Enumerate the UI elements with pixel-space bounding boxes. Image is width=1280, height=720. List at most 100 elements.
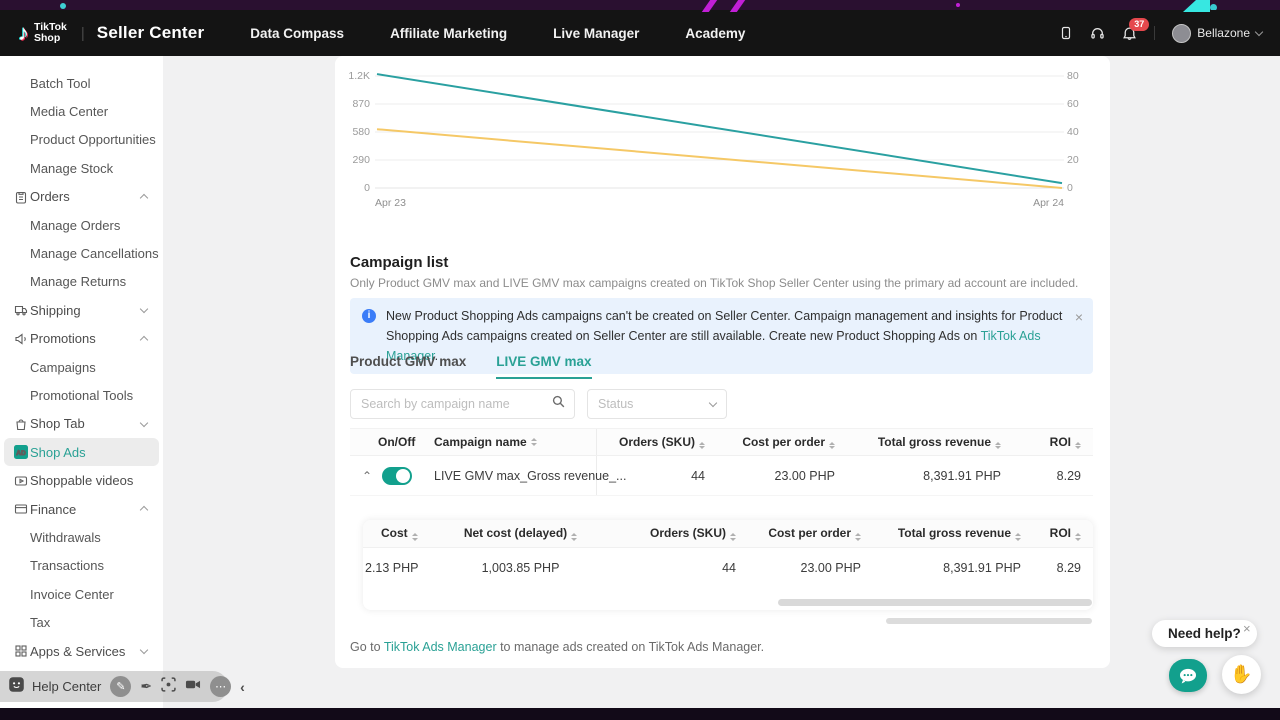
chat-support-button[interactable] xyxy=(1169,659,1207,692)
section-subtitle: Only Product GMV max and LIVE GMV max ca… xyxy=(350,276,1078,290)
col-roi[interactable]: ROI xyxy=(1013,435,1093,450)
sidebar-item-product-opportunities[interactable]: Product Opportunities xyxy=(0,126,163,154)
chart-plot xyxy=(375,70,1064,194)
sort-icon xyxy=(571,533,577,541)
sidebar-item-promotions[interactable]: Promotions xyxy=(0,325,163,353)
ad-badge-icon: AD xyxy=(14,445,28,459)
col-orders-sku[interactable]: Orders (SKU) xyxy=(597,435,717,450)
sidebar-item-help-center[interactable]: Help Center xyxy=(32,679,101,694)
col-total-gross-revenue[interactable]: Total gross revenue xyxy=(873,526,1033,541)
sidebar-item-manage-returns[interactable]: Manage Returns xyxy=(0,268,163,296)
col-cost[interactable]: Cost xyxy=(363,526,438,541)
chevron-down-icon xyxy=(141,301,147,319)
sort-icon xyxy=(855,533,861,541)
nav-link-live-manager[interactable]: Live Manager xyxy=(553,26,639,41)
sidebar-item-manage-cancellations[interactable]: Manage Cancellations xyxy=(0,239,163,267)
top-navbar: ♪ TikTok Shop | Seller Center Data Compa… xyxy=(0,10,1280,56)
tiktok-shop-logo[interactable]: ♪ TikTok Shop xyxy=(18,22,67,44)
sidebar-item-manage-orders[interactable]: Manage Orders xyxy=(0,211,163,239)
tiktok-note-icon: ♪ xyxy=(18,22,29,44)
chevron-down-icon xyxy=(141,415,147,433)
col-net-cost[interactable]: Net cost (delayed) xyxy=(438,526,603,541)
col-cost-per-order[interactable]: Cost per order xyxy=(748,526,873,541)
search-icon[interactable] xyxy=(551,394,566,414)
sidebar-item-campaigns[interactable]: Campaigns xyxy=(0,353,163,381)
decorative-wedge xyxy=(1196,0,1210,12)
focus-frame-icon[interactable] xyxy=(161,677,176,697)
chevron-left-icon[interactable]: ‹ xyxy=(240,679,245,695)
horizontal-scrollbar[interactable] xyxy=(886,618,1092,624)
sidebar-item-shop-tab[interactable]: Shop Tab xyxy=(0,410,163,438)
draw-tool-icon[interactable]: ✎ xyxy=(110,676,131,697)
sidebar-item-shoppable-videos[interactable]: Shoppable videos xyxy=(0,466,163,494)
tab-product-gmv-max[interactable]: Product GMV max xyxy=(350,354,466,379)
sidebar-item-invoice-center[interactable]: Invoice Center xyxy=(0,580,163,608)
need-help-bubble[interactable]: Need help? xyxy=(1152,620,1257,647)
detail-row: 2.13 PHP 1,003.85 PHP 44 23.00 PHP 8,391… xyxy=(363,548,1093,588)
main-content-card: 1.2K 870 580 290 0 80 60 40 2 xyxy=(335,56,1110,668)
total-gross-revenue-cell: 8,391.91 PHP xyxy=(847,469,1013,483)
seller-center-screen: ♪ TikTok Shop | Seller Center Data Compa… xyxy=(0,0,1280,720)
campaign-toggle-on[interactable] xyxy=(382,467,412,485)
clipboard-icon xyxy=(14,190,28,204)
megaphone-icon xyxy=(14,332,28,346)
col-orders-sku[interactable]: Orders (SKU) xyxy=(603,526,748,541)
search-input[interactable] xyxy=(361,397,551,411)
nav-link-data-compass[interactable]: Data Compass xyxy=(250,26,344,41)
chevron-up-icon xyxy=(141,330,147,348)
sidebar-item-apps-services[interactable]: Apps & Services xyxy=(0,637,163,665)
close-icon[interactable]: × xyxy=(1243,621,1251,636)
chevron-up-icon xyxy=(141,188,147,206)
nav-link-affiliate-marketing[interactable]: Affiliate Marketing xyxy=(390,26,507,41)
campaign-tabs: Product GMV max LIVE GMV max xyxy=(350,354,592,379)
cost-per-order-cell: 23.00 PHP xyxy=(717,469,847,483)
mobile-app-icon[interactable] xyxy=(1058,26,1073,41)
collapse-caret-icon[interactable]: ⌃ xyxy=(362,469,372,483)
col-campaign-name[interactable]: Campaign name xyxy=(422,429,597,455)
sidebar-item-promotional-tools[interactable]: Promotional Tools xyxy=(0,381,163,409)
total-gross-revenue-cell: 8,391.91 PHP xyxy=(873,561,1033,575)
col-total-gross-revenue[interactable]: Total gross revenue xyxy=(847,435,1013,450)
horizontal-scrollbar[interactable] xyxy=(778,599,1092,606)
help-icon[interactable] xyxy=(8,676,25,698)
campaign-search-box xyxy=(350,389,575,419)
sidebar-item-media-center[interactable]: Media Center xyxy=(0,97,163,125)
user-name: Bellazone xyxy=(1197,26,1250,40)
nav-link-academy[interactable]: Academy xyxy=(685,26,745,41)
notifications-bell-icon[interactable]: 37 xyxy=(1122,26,1137,41)
sidebar-item-manage-stock[interactable]: Manage Stock xyxy=(0,154,163,182)
raise-hand-button[interactable]: ✋ xyxy=(1222,655,1261,694)
status-select[interactable]: Status xyxy=(587,389,727,419)
col-roi[interactable]: ROI xyxy=(1033,526,1093,541)
x-axis-labels: Apr 23 Apr 24 xyxy=(375,197,1064,209)
sidebar-item-shipping[interactable]: Shipping xyxy=(0,296,163,324)
sidebar-item-withdrawals[interactable]: Withdrawals xyxy=(0,523,163,551)
svg-text:AD: AD xyxy=(16,450,26,457)
roi-cell: 8.29 xyxy=(1013,469,1093,483)
more-options-icon[interactable]: ⋯ xyxy=(210,676,231,697)
ads-manager-link[interactable]: TikTok Ads Manager xyxy=(384,640,497,654)
sidebar-item-tax[interactable]: Tax xyxy=(0,608,163,636)
tab-live-gmv-max[interactable]: LIVE GMV max xyxy=(496,354,591,379)
col-cost-per-order[interactable]: Cost per order xyxy=(717,435,847,450)
campaign-name-cell[interactable]: LIVE GMV max_Gross revenue_... xyxy=(422,456,597,495)
close-icon[interactable]: × xyxy=(1075,306,1083,328)
sidebar-item-transactions[interactable]: Transactions xyxy=(0,552,163,580)
sidebar-item-batch-tool[interactable]: Batch Tool xyxy=(0,69,163,97)
sort-icon xyxy=(829,442,835,450)
sidebar-item-shop-ads[interactable]: AD Shop Ads xyxy=(4,438,159,466)
info-icon: i xyxy=(362,309,376,323)
chat-bubble-icon xyxy=(1178,667,1198,685)
sort-icon xyxy=(699,442,705,450)
user-menu[interactable]: Bellazone xyxy=(1172,24,1262,43)
pen-icon[interactable]: ✒ xyxy=(140,678,152,695)
sort-icon xyxy=(531,438,537,446)
headset-icon[interactable] xyxy=(1090,26,1105,41)
sidebar-item-orders[interactable]: Orders xyxy=(0,183,163,211)
footer-note: Go to TikTok Ads Manager to manage ads c… xyxy=(350,640,764,654)
grid-icon xyxy=(14,644,28,658)
sidebar-item-finance[interactable]: Finance xyxy=(0,495,163,523)
cost-per-order-cell: 23.00 PHP xyxy=(748,561,873,575)
sort-icon xyxy=(1015,533,1021,541)
camera-icon[interactable] xyxy=(185,678,201,696)
